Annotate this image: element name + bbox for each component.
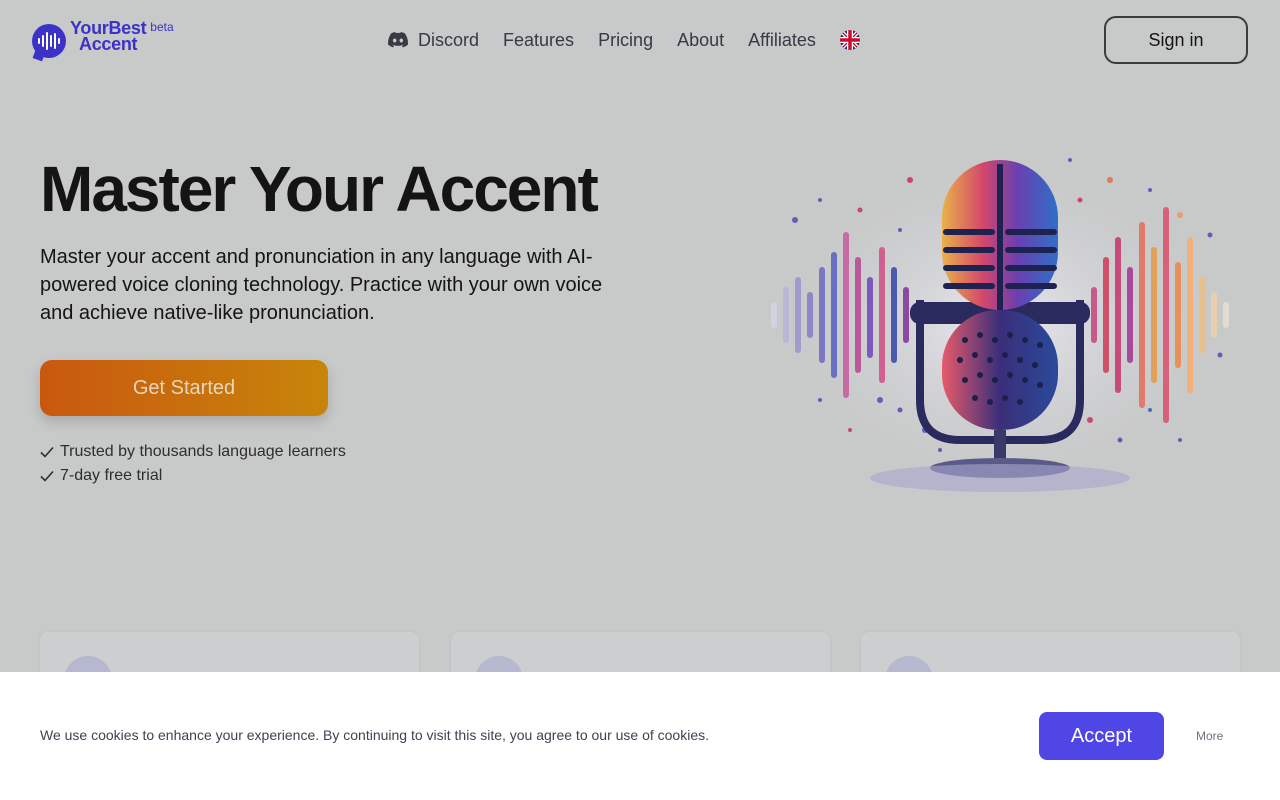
hero-subtitle: Master your accent and pronunciation in …	[40, 246, 603, 324]
accept-cookies-button[interactable]: Accept	[1039, 712, 1164, 760]
check-text: 7-day free trial	[60, 467, 163, 484]
discord-icon	[388, 32, 408, 48]
beta-badge: beta	[150, 20, 174, 34]
sign-in-button[interactable]: Sign in	[1104, 16, 1248, 64]
uk-flag-icon[interactable]	[839, 30, 860, 50]
checkmark-icon	[40, 470, 54, 482]
get-started-button[interactable]: Get Started	[40, 360, 328, 416]
check-text: Trusted by thousands language learners	[60, 443, 346, 460]
cookie-more-link[interactable]: More	[1196, 729, 1223, 743]
nav-link-features[interactable]: Features	[503, 30, 574, 51]
nav-label-discord: Discord	[418, 29, 480, 50]
check-item: 7-day free trial	[40, 464, 346, 488]
nav-link-pricing[interactable]: Pricing	[598, 30, 653, 51]
nav-link-about[interactable]: About	[677, 30, 724, 51]
sound-wave-icon	[32, 24, 66, 62]
main-menu: Discord Features Pricing About Affiliate…	[388, 28, 860, 52]
nav-link-affiliates[interactable]: Affiliates	[748, 30, 816, 51]
microphone-illustration	[765, 150, 1235, 500]
brand-line-2: Accent	[79, 34, 138, 54]
nav-link-discord[interactable]: Discord	[388, 30, 479, 51]
cookie-message: We use cookies to enhance your experienc…	[40, 727, 710, 743]
brand-logo[interactable]: YourBest Accent beta	[32, 19, 174, 62]
top-nav: YourBest Accent beta Discord Features Pr…	[0, 0, 1280, 80]
hero-title: Master Your Accent	[40, 153, 599, 225]
brand-name: YourBest Accent	[70, 19, 147, 54]
cookie-banner: We use cookies to enhance your experienc…	[0, 672, 1280, 800]
checkmark-icon	[40, 446, 54, 458]
check-item: Trusted by thousands language learners	[40, 440, 346, 464]
trust-checklist: Trusted by thousands language learners 7…	[40, 440, 346, 488]
